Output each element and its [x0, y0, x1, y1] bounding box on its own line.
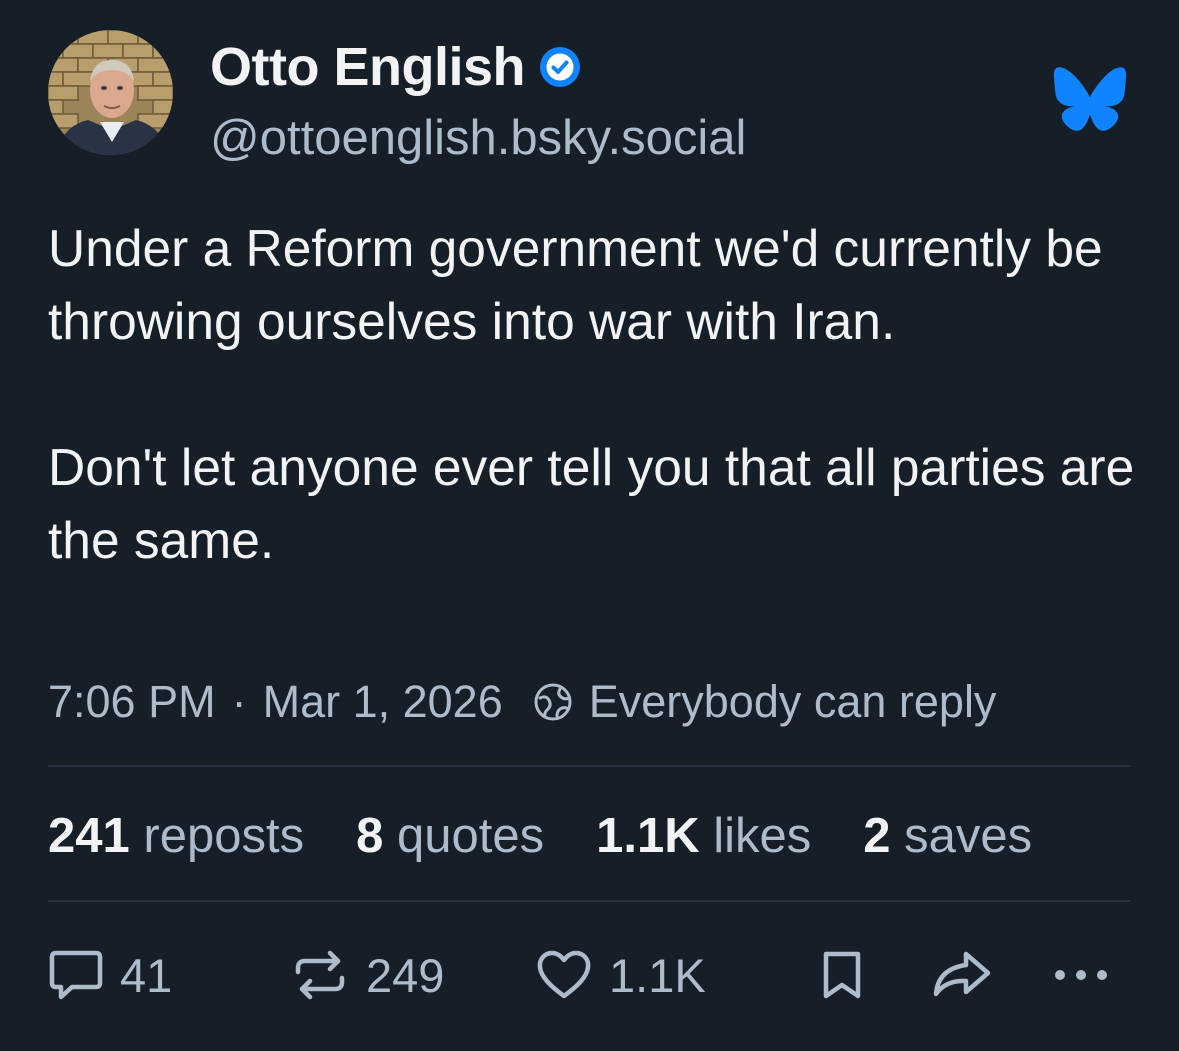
author-name-text[interactable]: Otto English — [210, 36, 525, 98]
post-paragraph: Under a Reform government we'd currently… — [48, 219, 1103, 350]
divider — [48, 765, 1131, 767]
meta-separator: · — [231, 676, 247, 727]
post-meta: 7:06 PM · Mar 1, 2026 Everybody can repl… — [48, 672, 996, 732]
bookmark-icon — [823, 951, 861, 999]
bookmark-button[interactable] — [818, 948, 866, 1002]
avatar[interactable] — [48, 30, 173, 155]
reposts-stat[interactable]: 241 reposts — [48, 808, 304, 864]
bluesky-butterfly-icon — [1053, 67, 1127, 131]
speech-bubble-icon — [49, 950, 103, 1000]
engagement-stats: 241 reposts 8 quotes 1.1K likes 2 saves — [48, 800, 1084, 872]
reposts-count: 241 — [48, 809, 130, 863]
reply-setting[interactable]: Everybody can reply — [589, 676, 997, 728]
saves-count: 2 — [863, 809, 891, 863]
reposts-label: reposts — [143, 809, 305, 863]
repost-button[interactable]: 249 — [290, 948, 444, 1002]
share-arrow-icon — [933, 951, 991, 997]
repost-count: 249 — [366, 948, 445, 1002]
quotes-label: quotes — [396, 809, 545, 863]
quotes-count: 8 — [356, 809, 384, 863]
author-display-name[interactable]: Otto English — [210, 36, 581, 98]
like-count: 1.1K — [609, 948, 706, 1002]
verified-check-icon[interactable] — [539, 46, 581, 88]
post-time[interactable]: 7:06 PM — [48, 676, 216, 728]
globe-icon — [534, 683, 572, 721]
post-paragraph: Don't let anyone ever tell you that all … — [48, 438, 1135, 569]
likes-stat[interactable]: 1.1K likes — [596, 808, 811, 864]
post-date[interactable]: Mar 1, 2026 — [263, 676, 503, 728]
saves-stat[interactable]: 2 saves — [863, 808, 1032, 864]
divider — [48, 900, 1131, 902]
more-dots-icon — [1055, 970, 1107, 980]
reply-count: 41 — [120, 948, 173, 1002]
saves-label: saves — [904, 809, 1033, 863]
reply-button[interactable]: 41 — [48, 948, 172, 1002]
heart-icon — [537, 950, 591, 999]
action-bar: 41 249 1.1K — [0, 930, 1179, 1020]
likes-label: likes — [713, 809, 812, 863]
more-options-button[interactable] — [1050, 948, 1112, 1002]
post-text: Under a Reform government we'd currently… — [48, 212, 1138, 577]
repost-arrows-icon — [295, 950, 345, 1000]
like-button[interactable]: 1.1K — [535, 948, 706, 1002]
quotes-stat[interactable]: 8 quotes — [356, 808, 544, 864]
share-button[interactable] — [930, 948, 994, 1002]
likes-count: 1.1K — [596, 809, 700, 863]
author-handle[interactable]: @ottoenglish.bsky.social — [210, 110, 746, 166]
